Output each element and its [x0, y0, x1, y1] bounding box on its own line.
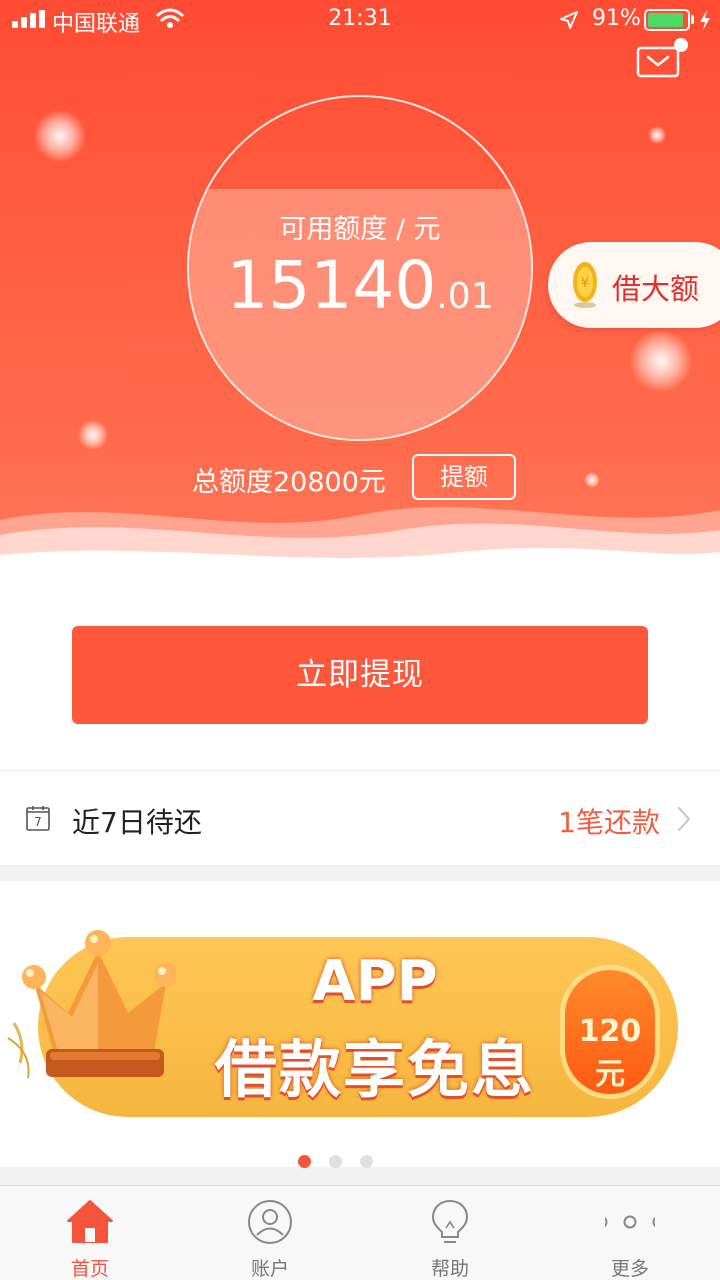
- big-loan-button[interactable]: ¥ 借大额: [548, 242, 720, 328]
- yuan-coin-icon: ¥: [573, 262, 597, 308]
- banner-badge-amount: 120元: [578, 1014, 642, 1092]
- battery-level: [648, 13, 683, 27]
- user-icon: [248, 1200, 292, 1244]
- banner-coin-badge: 120元: [565, 970, 655, 1094]
- decor-glow: [78, 420, 108, 450]
- tab-label: 账户: [250, 1258, 289, 1280]
- location-arrow-icon: [560, 11, 578, 29]
- upcoming-repayment-label: 近7日待还: [72, 806, 202, 839]
- tab-label: 首页: [70, 1258, 109, 1280]
- battery-icon: [644, 9, 690, 31]
- pagination-dot[interactable]: [360, 1155, 373, 1168]
- banner-title-line1: APP: [312, 949, 438, 1014]
- envelope-icon[interactable]: [636, 46, 680, 78]
- tab-label: 更多: [610, 1258, 649, 1280]
- more-dots-icon: [605, 1215, 655, 1229]
- tab-label: 帮助: [430, 1258, 469, 1280]
- withdraw-section: 立即提现: [0, 580, 720, 770]
- banner-pagination: [0, 1151, 720, 1171]
- repayment-count: 1笔还款: [558, 806, 660, 839]
- credit-amount-integer: 15140: [226, 247, 437, 324]
- decor-glow: [630, 330, 692, 392]
- upcoming-repayment-row[interactable]: 7 近7日待还 1笔还款: [0, 770, 720, 865]
- decor-glow: [648, 126, 666, 144]
- tab-account[interactable]: 账户: [180, 1186, 360, 1280]
- calendar-day: 7: [34, 815, 42, 829]
- charging-bolt-icon: [700, 10, 710, 30]
- unread-dot: [674, 38, 688, 52]
- status-bar: 中国联通 21:31 91%: [0, 0, 720, 40]
- app-screen: 中国联通 21:31 91% 可用额度 / 元 15140.01 总额度2080…: [0, 0, 720, 1280]
- svg-text:¥: ¥: [581, 275, 590, 291]
- tab-more[interactable]: 更多: [540, 1186, 720, 1280]
- banner-title-line2: 借款享免息: [214, 1033, 535, 1106]
- battery-percent: 91%: [592, 6, 641, 31]
- home-icon: [67, 1200, 113, 1243]
- tab-home[interactable]: 首页: [0, 1186, 180, 1280]
- credit-circle: 可用额度 / 元 15140.01: [187, 95, 533, 441]
- pagination-dot[interactable]: [329, 1155, 342, 1168]
- bottom-tab-bar: 首页 账户 帮助 更多: [0, 1185, 720, 1280]
- battery-tip: [691, 15, 694, 24]
- chevron-right-icon: [678, 807, 690, 831]
- header-wave: [0, 507, 720, 580]
- decor-glow: [34, 110, 86, 162]
- tab-help[interactable]: 帮助: [360, 1186, 540, 1280]
- big-loan-label: 借大额: [612, 272, 700, 306]
- lightbulb-icon: [431, 1199, 469, 1243]
- promo-banner-card: APP 借款享免息 120元: [0, 881, 720, 1168]
- available-credit-label: 可用额度 / 元: [279, 214, 441, 245]
- calendar-icon: 7: [26, 806, 50, 831]
- promo-banner[interactable]: APP 借款享免息 120元: [0, 901, 720, 1168]
- credit-amount-decimal: .01: [436, 276, 494, 317]
- withdraw-now-button[interactable]: 立即提现: [72, 626, 648, 724]
- crown-icon: [7, 930, 176, 1079]
- available-credit-amount: 15140.01: [189, 247, 531, 324]
- pagination-dot[interactable]: [298, 1155, 311, 1168]
